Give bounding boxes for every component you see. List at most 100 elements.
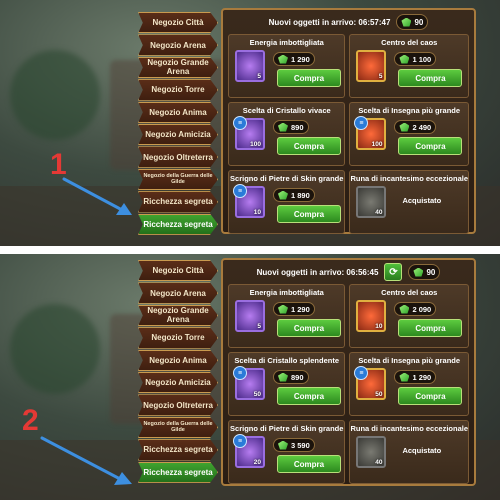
item-price: 1 290 (273, 302, 315, 316)
price-value: 1 290 (291, 54, 310, 64)
skin-stone-chest-icon: ≡ 10 (233, 184, 265, 218)
shop-card: Centro del caos 5 1 100 Compra (349, 34, 469, 98)
item-quantity: 50 (253, 391, 261, 398)
sidebar-item-negozio-guerra-gilde[interactable]: Negozio della Guerra delle Gilde (138, 168, 218, 191)
card-title: Scrigno di Pietre di Skin grande (230, 424, 344, 433)
buy-button[interactable]: Compra (398, 319, 463, 337)
sidebar-item-negozio-grande-arena[interactable]: Negozio Grande Arena (138, 304, 218, 327)
restock-timer: Nuovi oggetti in arrivo: 06:57:47 (268, 17, 391, 27)
buy-button[interactable]: Compra (398, 69, 463, 87)
list-icon[interactable]: ≡ (233, 116, 247, 130)
pointer-arrow-icon (62, 177, 132, 215)
list-icon[interactable]: ≡ (354, 366, 369, 380)
item-price: 890 (273, 120, 309, 134)
rune-icon: 40 (356, 186, 387, 218)
shop-card: Centro del caos 10 2 090 Compra (349, 284, 469, 348)
gem-icon (278, 190, 288, 200)
price-value: 1 290 (412, 372, 432, 382)
sidebar-item-negozio-guerra-gilde[interactable]: Negozio della Guerra delle Gilde (138, 416, 218, 439)
gem-icon (399, 304, 410, 314)
card-title: Scelta di Cristallo vivace (242, 106, 331, 115)
price-value: 1 290 (291, 304, 310, 314)
shop-card: Scrigno di Pietre di Skin grande ≡ 10 1 8… (228, 170, 346, 234)
refresh-icon[interactable]: ⟳ (384, 263, 403, 281)
shop-card: Scelta di Cristallo vivace ≡ 100 890 Comp… (228, 102, 346, 166)
shop-header: Nuovi oggetti in arrivo: 06:57:47 90 (223, 10, 474, 34)
card-title: Centro del caos (381, 38, 438, 47)
gem-icon (278, 304, 288, 314)
item-quantity: 40 (375, 459, 383, 466)
card-title: Scelta di Insegna più grande (358, 106, 461, 115)
sidebar-item-negozio-grande-arena[interactable]: Negozio Grande Arena (138, 56, 218, 79)
gem-balance-value: 90 (426, 267, 436, 277)
item-price: 1 890 (273, 188, 315, 202)
buy-button[interactable]: Compra (277, 455, 341, 473)
list-icon[interactable]: ≡ (233, 366, 247, 380)
bottle-icon: 5 (235, 300, 265, 332)
sidebar-item-ricchezza-segreta-active[interactable]: Ricchezza segreta (138, 213, 218, 235)
buy-button[interactable]: Compra (277, 319, 341, 337)
background-tree (10, 304, 100, 394)
sidebar-item-negozio-torre[interactable]: Negozio Torre (138, 79, 218, 101)
sidebar-item-negozio-citta[interactable]: Negozio Città (138, 12, 218, 34)
sidebar-item-negozio-anima[interactable]: Negozio Anima (138, 349, 218, 371)
shop-item-grid: Energia imbottigliata 5 1 290 Compra Cen… (223, 284, 474, 484)
card-title: Energia imbottigliata (249, 38, 324, 47)
item-quantity: 50 (375, 391, 383, 398)
sidebar-item-negozio-anima[interactable]: Negozio Anima (138, 101, 218, 123)
shop-header: Nuovi oggetti in arrivo: 06:56:45 ⟳ 90 (223, 260, 474, 284)
shop-sidebar: Negozio Città Negozio Arena Negozio Gran… (138, 260, 218, 484)
buy-button[interactable]: Compra (398, 137, 463, 155)
sidebar-item-negozio-torre[interactable]: Negozio Torre (138, 327, 218, 349)
sidebar-item-negozio-amicizia[interactable]: Negozio Amicizia (138, 123, 218, 146)
item-quantity: 40 (375, 209, 383, 216)
gem-icon (278, 122, 288, 132)
sidebar-item-negozio-arena[interactable]: Negozio Arena (138, 282, 218, 304)
item-price: 2 490 (394, 120, 437, 134)
list-icon[interactable]: ≡ (233, 184, 247, 198)
sidebar-item-negozio-oltreterra[interactable]: Negozio Oltreterra (138, 394, 218, 416)
shop-sidebar: Negozio Città Negozio Arena Negozio Gran… (138, 12, 218, 236)
shop-card: Energia imbottigliata 5 1 290 Compra (228, 34, 346, 98)
gem-icon (399, 372, 410, 382)
item-price: 1 100 (394, 52, 437, 66)
shop-card: Scrigno di Pietre di Skin grande ≡ 20 3 5… (228, 420, 346, 484)
purchased-label: Acquistato (402, 446, 442, 455)
sidebar-item-negozio-oltreterra[interactable]: Negozio Oltreterra (138, 146, 218, 168)
price-value: 2 090 (412, 304, 432, 314)
panel-separator (0, 246, 500, 254)
item-quantity: 100 (250, 141, 261, 148)
buy-button[interactable]: Compra (277, 69, 341, 87)
buy-button[interactable]: Compra (277, 205, 341, 223)
card-title: Scrigno di Pietre di Skin grande (230, 174, 344, 183)
skin-stone-chest-icon: ≡ 20 (233, 434, 265, 468)
sidebar-item-negozio-citta[interactable]: Negozio Città (138, 260, 218, 282)
crystal-choice-icon: ≡ 100 (233, 116, 265, 150)
buy-button[interactable]: Compra (398, 387, 463, 405)
sidebar-item-negozio-arena[interactable]: Negozio Arena (138, 34, 218, 56)
buy-button[interactable]: Compra (277, 387, 341, 405)
chest-icon: ≡ 100 (354, 116, 387, 150)
shop-card: Scelta di Cristallo splendente ≡ 50 890 C… (228, 352, 346, 416)
chest-icon: ≡ 50 (354, 366, 387, 400)
list-icon[interactable]: ≡ (354, 116, 369, 130)
price-value: 1 100 (412, 54, 432, 64)
gem-icon (278, 372, 288, 382)
sidebar-item-negozio-amicizia[interactable]: Negozio Amicizia (138, 371, 218, 394)
bottle-icon: 5 (235, 50, 265, 82)
card-title: Runa di incantesimo eccezionale (350, 174, 468, 183)
price-value: 890 (291, 372, 304, 382)
screenshot-panel-2: Negozio Città Negozio Arena Negozio Gran… (0, 254, 500, 500)
buy-button[interactable]: Compra (277, 137, 341, 155)
shop-card: Runa di incantesimo eccezionale 40 Acqui… (349, 420, 469, 484)
crystal-choice-icon: ≡ 50 (233, 366, 265, 400)
shop-item-grid: Energia imbottigliata 5 1 290 Compra Cen… (223, 34, 474, 234)
sidebar-item-ricchezza-segreta-active[interactable]: Ricchezza segreta (138, 461, 218, 483)
screenshot-panel-1: Negozio Città Negozio Arena Negozio Gran… (0, 0, 500, 246)
item-price: 3 590 (273, 438, 315, 452)
shop-card: Energia imbottigliata 5 1 290 Compra (228, 284, 346, 348)
shop-card: Runa di incantesimo eccezionale 40 Acqui… (349, 170, 469, 234)
sidebar-item-ricchezza-segreta[interactable]: Ricchezza segreta (138, 191, 218, 213)
list-icon[interactable]: ≡ (233, 434, 247, 448)
sidebar-item-ricchezza-segreta[interactable]: Ricchezza segreta (138, 439, 218, 461)
